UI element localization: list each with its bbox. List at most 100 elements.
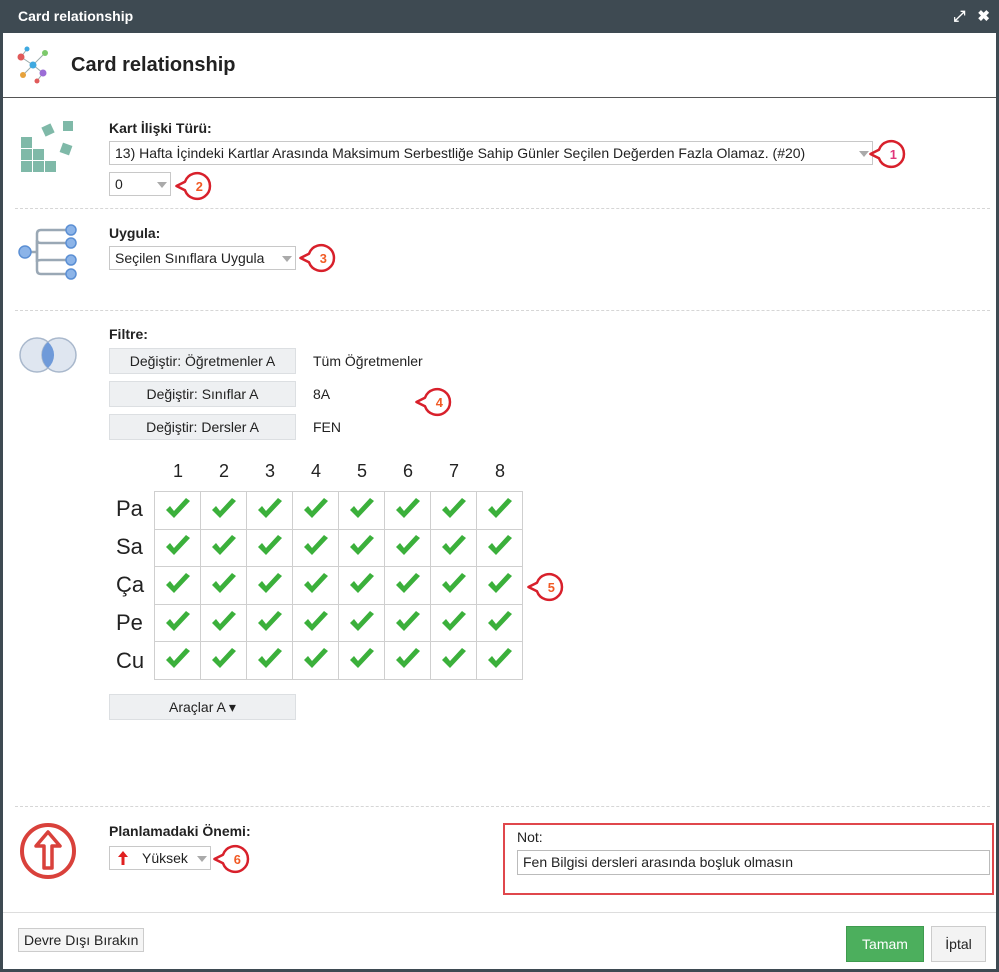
grid-cell[interactable] (338, 566, 385, 605)
grid-cell[interactable] (154, 641, 201, 680)
grid-cell[interactable] (200, 566, 247, 605)
section-divider (15, 310, 990, 311)
grid-cell[interactable] (430, 528, 477, 568)
checkmark-icon (395, 610, 420, 631)
relation-value-select[interactable]: 0 (109, 172, 171, 196)
grid-cell[interactable] (338, 641, 385, 680)
grid-row (154, 566, 523, 605)
checkmark-icon (211, 610, 236, 631)
change-teachers-button[interactable]: Değiştir: Öğretmenler A (109, 348, 296, 374)
change-subjects-button[interactable]: Değiştir: Dersler A (109, 414, 296, 440)
grid-cell[interactable] (246, 603, 293, 643)
importance-select[interactable]: Yüksek (109, 846, 211, 870)
maximize-icon[interactable]: ⤢ (953, 0, 965, 33)
grid-cell[interactable] (200, 603, 247, 643)
grid-cell[interactable] (384, 603, 431, 643)
grid-cell[interactable] (476, 641, 523, 680)
checkmark-icon (303, 572, 328, 593)
grid-column-header: 5 (356, 461, 367, 481)
grid-cell[interactable] (200, 491, 247, 530)
callout-number: 4 (436, 395, 444, 410)
grid-cell[interactable] (292, 603, 339, 643)
grid-row-header: Ça (116, 572, 145, 597)
checkmark-icon (349, 497, 374, 518)
checkmark-icon (395, 535, 420, 556)
grid-cell[interactable] (338, 603, 385, 643)
checkmark-icon (487, 648, 512, 669)
checkmark-icon (165, 535, 190, 556)
grid-column-header: 6 (402, 461, 413, 481)
grid-cell[interactable] (430, 603, 477, 643)
callout-number: 1 (890, 147, 897, 162)
chevron-down-icon (859, 151, 869, 157)
high-priority-arrow-icon (20, 823, 76, 879)
callout-marker-1: 1 (869, 139, 906, 169)
grid-cell[interactable] (338, 528, 385, 568)
window-controls: ⤢ ✖ (953, 0, 990, 33)
disable-button[interactable]: Devre Dışı Bırakın (18, 928, 145, 952)
checkmark-icon (165, 572, 190, 593)
checkmark-icon (395, 572, 420, 593)
grid-cell[interactable] (292, 641, 339, 680)
checkmark-icon (303, 648, 328, 669)
grid-column-header: 8 (494, 461, 505, 481)
checkmark-icon (395, 497, 420, 518)
callout-marker-3: 3 (299, 243, 336, 273)
grid-cell[interactable] (476, 603, 523, 643)
grid-column-header: 1 (172, 461, 183, 481)
grid-cell[interactable] (292, 528, 339, 568)
tools-dropdown-button[interactable]: Araçlar A ▾ (109, 694, 296, 720)
grid-cell[interactable] (292, 491, 339, 530)
grid-cell[interactable] (476, 528, 523, 568)
ok-button[interactable]: Tamam (846, 926, 924, 962)
relation-type-value: 13) Hafta İçindeki Kartlar Arasında Maks… (115, 145, 806, 161)
callout-marker-4: 4 (415, 387, 452, 417)
grid-cell[interactable] (200, 528, 247, 568)
checkmark-icon (211, 572, 236, 593)
grid-cell[interactable] (246, 566, 293, 605)
title-bar[interactable]: Card relationship ⤢ ✖ (3, 0, 996, 33)
grid-cell[interactable] (384, 491, 431, 530)
note-input[interactable]: Fen Bilgisi dersleri arasında boşluk olm… (517, 850, 990, 875)
grid-cell[interactable] (384, 566, 431, 605)
cancel-button[interactable]: İptal (931, 926, 986, 962)
card-relationship-dialog: Card relationship ⤢ ✖ Card relationship (0, 0, 999, 972)
chevron-down-icon (282, 256, 292, 262)
grid-row-header: Sa (116, 534, 143, 559)
importance-label: Planlamadaki Önemi: (109, 823, 251, 839)
grid-cell[interactable] (476, 491, 523, 530)
relation-type-select[interactable]: 13) Hafta İçindeki Kartlar Arasında Maks… (109, 141, 873, 165)
grid-cell[interactable] (430, 641, 477, 680)
checkmark-icon (487, 572, 512, 593)
grid-cell[interactable] (246, 528, 293, 568)
chevron-down-icon (197, 856, 207, 862)
grid-cell[interactable] (246, 641, 293, 680)
callout-marker-6: 6 (213, 844, 250, 874)
venn-filter-icon (19, 337, 77, 373)
grid-cell[interactable] (154, 491, 201, 530)
grid-cell[interactable] (384, 641, 431, 680)
grid-row (154, 641, 523, 680)
change-classes-button[interactable]: Değiştir: Sınıflar A (109, 381, 296, 407)
grid-cell[interactable] (430, 566, 477, 605)
dialog-header: Card relationship (3, 33, 996, 98)
grid-cell[interactable] (154, 528, 201, 568)
grid-cell[interactable] (338, 491, 385, 530)
grid-cell[interactable] (154, 566, 201, 605)
close-icon[interactable]: ✖ (977, 0, 990, 33)
apply-select[interactable]: Seçilen Sınıflara Uygula (109, 246, 296, 270)
checkmark-icon (487, 610, 512, 631)
checkmark-icon (165, 497, 190, 518)
grid-cell[interactable] (200, 641, 247, 680)
callout-number: 3 (320, 251, 327, 266)
grid-cell[interactable] (154, 603, 201, 643)
grid-cell[interactable] (384, 528, 431, 568)
classes-filter-value: 8A (313, 386, 331, 402)
grid-cell[interactable] (430, 491, 477, 530)
checkmark-icon (165, 610, 190, 631)
grid-cell[interactable] (476, 566, 523, 605)
grid-row-header: Pe (116, 610, 143, 635)
grid-cell[interactable] (292, 566, 339, 605)
note-box: Not: Fen Bilgisi dersleri arasında boşlu… (503, 823, 994, 895)
grid-cell[interactable] (246, 491, 293, 530)
